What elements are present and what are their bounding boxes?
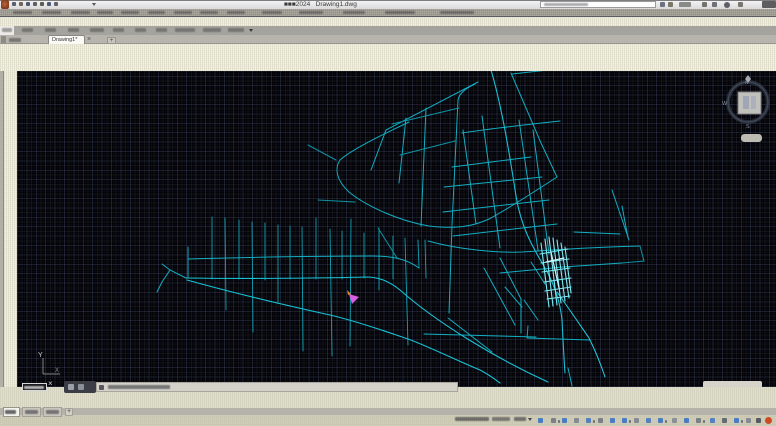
- svg-text:X: X: [55, 368, 59, 374]
- svg-text:W: W: [722, 101, 728, 107]
- svg-text:Y: Y: [38, 352, 43, 359]
- svg-text:N: N: [745, 80, 748, 85]
- svg-text:S: S: [746, 124, 750, 130]
